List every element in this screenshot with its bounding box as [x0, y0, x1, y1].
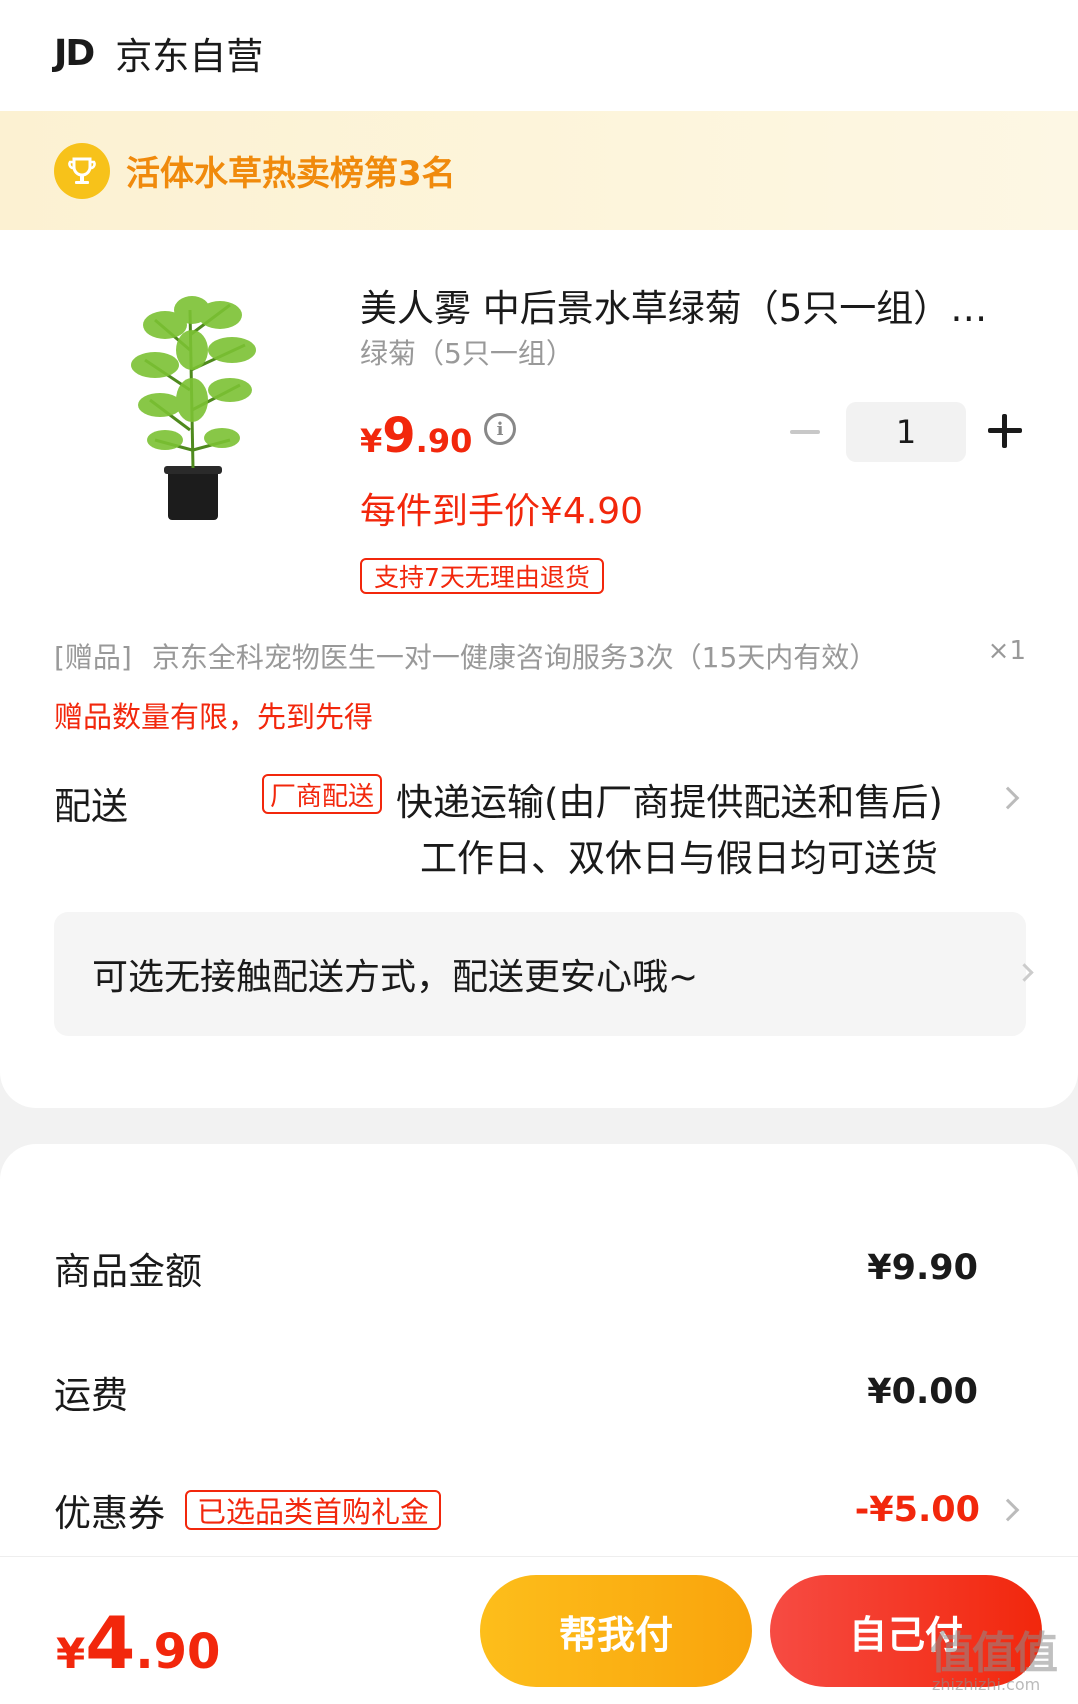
quantity-input[interactable]: 1 [846, 402, 966, 462]
help-pay-button[interactable]: 帮我付 [480, 1575, 752, 1687]
price-decimal: .90 [415, 422, 473, 460]
store-header[interactable]: JD 京东自营 [54, 28, 264, 79]
coupon-row[interactable]: 优惠券 已选品类首购礼金 -¥5.00 [54, 1480, 980, 1540]
price-integer: 9 [382, 408, 416, 464]
contactless-text: 可选无接触配送方式，配送更安心哦~ [92, 957, 699, 998]
gift-name: 京东全科宠物医生一对一健康咨询服务3次（15天内有效） [151, 641, 878, 674]
net-price: 每件到手价¥4.90 [360, 491, 644, 532]
gift-quantity: ×1 [987, 636, 1026, 666]
jd-logo-icon: JD [54, 32, 95, 74]
product-title[interactable]: 美人雾 中后景水草绿菊（5只一组）… [360, 278, 1020, 332]
shipping-row: 运费 ¥0.00 [54, 1362, 978, 1422]
checkout-page: JD 京东自营 活体水草热卖榜第3名 美人雾 中后景水草绿菊（5只一组）… 绿菊… [0, 0, 1078, 1704]
shipping-label: 运费 [54, 1374, 128, 1417]
coupon-chevron-right-icon[interactable] [996, 1498, 1020, 1522]
rank-banner[interactable]: 活体水草热卖榜第3名 [0, 111, 1078, 230]
gift-row: [赠品] 京东全科宠物医生一对一健康咨询服务3次（15天内有效） ×1 [54, 636, 1026, 676]
contactless-chevron-right-icon [1015, 963, 1034, 982]
watermark-logo: 值值值 [930, 1628, 1058, 1679]
shipping-value: ¥0.00 [867, 1372, 978, 1412]
delivery-method[interactable]: 快递运输(由厂商提供配送和售后) [396, 772, 943, 826]
total-symbol: ¥ [56, 1629, 86, 1678]
vendor-delivery-tag: 厂商配送 [262, 774, 383, 814]
goods-amount-label: 商品金额 [54, 1250, 202, 1293]
delivery-label: 配送 [54, 785, 128, 828]
goods-amount-row: 商品金额 ¥9.90 [54, 1238, 978, 1298]
gift-warning: 赠品数量有限，先到先得 [54, 700, 374, 734]
total-integer: 4 [85, 1601, 136, 1685]
coupon-left: 优惠券 已选品类首购礼金 [54, 1483, 442, 1537]
price-symbol: ¥ [360, 422, 383, 460]
product-spec[interactable]: 绿菊（5只一组） [360, 332, 574, 372]
quantity-decrease-button[interactable] [790, 430, 820, 434]
checkout-bar: ¥ 4 .90 帮我付 自己付 值值值 zhizhizhi.com [0, 1556, 1078, 1704]
return-policy-tag: 支持7天无理由退货 [360, 558, 604, 594]
order-card: JD 京东自营 活体水草热卖榜第3名 美人雾 中后景水草绿菊（5只一组）… 绿菊… [0, 0, 1078, 1108]
goods-amount-value: ¥9.90 [867, 1248, 978, 1288]
contactless-delivery-option[interactable]: 可选无接触配送方式，配送更安心哦~ [54, 912, 1034, 1036]
gift-tag: [赠品] [54, 641, 132, 674]
trophy-icon [54, 142, 110, 199]
rank-text: 活体水草热卖榜第3名 [126, 154, 456, 194]
total-price: ¥ 4 .90 [56, 1601, 220, 1685]
product-image[interactable] [120, 290, 270, 530]
coupon-label: 优惠券 [54, 1492, 165, 1535]
summary-card: 商品金额 ¥9.90 运费 ¥0.00 优惠券 已选品类首购礼金 -¥5.00 [0, 1144, 1078, 1564]
unit-price: ¥ 9 .90 [360, 408, 472, 464]
total-decimal: .90 [135, 1624, 221, 1680]
watermark-url: zhizhizhi.com [932, 1675, 1041, 1694]
delivery-schedule: 工作日、双休日与假日均可送货 [420, 837, 938, 880]
delivery-chevron-right-icon[interactable] [996, 786, 1020, 810]
store-name: 京东自营 [115, 35, 264, 78]
coupon-discount-value: -¥5.00 [854, 1490, 980, 1530]
quantity-increase-button[interactable] [988, 414, 1022, 448]
coupon-tag: 已选品类首购礼金 [185, 1490, 442, 1530]
price-info-icon[interactable]: i [484, 413, 516, 445]
